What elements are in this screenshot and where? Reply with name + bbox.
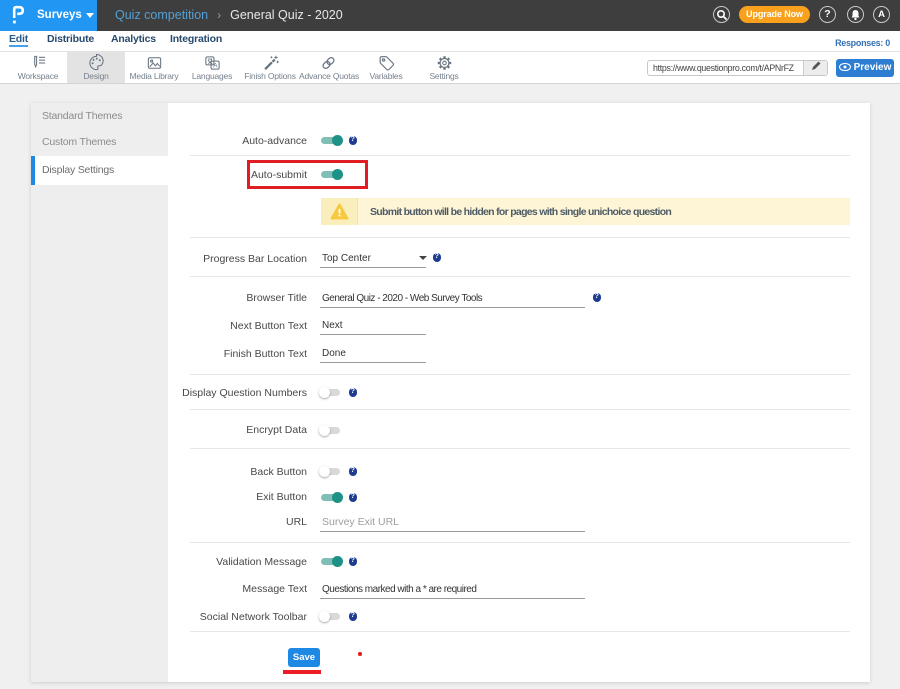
svg-text:A: A	[213, 62, 218, 69]
